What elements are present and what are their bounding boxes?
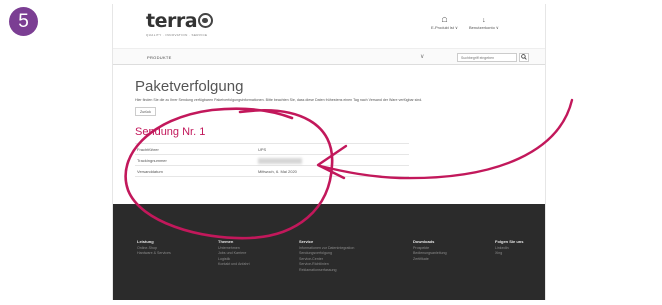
footer-heading: Service bbox=[299, 239, 314, 244]
footer-column-downloads: Downloads Prospekte Bedienungsanleitung … bbox=[413, 239, 447, 262]
browser-page: terra QUALITY · INNOVATION · SERVICE ☖ E… bbox=[112, 4, 546, 300]
footer-heading: Downloads bbox=[413, 239, 435, 244]
search-icon bbox=[521, 54, 527, 60]
footer-link[interactable]: Hardware & Services bbox=[137, 251, 171, 257]
tracking-number-value-redacted[interactable] bbox=[258, 158, 302, 164]
nav-products-menu[interactable]: PRODUKTE bbox=[147, 55, 172, 60]
ship-date-value: Mittwoch, 6. Mai 2020 bbox=[258, 169, 297, 174]
site-header: terra QUALITY · INNOVATION · SERVICE ☖ E… bbox=[113, 4, 545, 48]
carrier-value: UPS bbox=[258, 147, 267, 152]
page-title: Paketverfolgung bbox=[135, 78, 244, 95]
site-footer: Leistung Online-Shop Hardware & Services… bbox=[113, 204, 545, 300]
header-link-account-label: Benutzerkonto ∨ bbox=[469, 25, 499, 30]
ship-date-label: Versanddatum bbox=[137, 169, 163, 174]
footer-heading: Leistung bbox=[137, 239, 154, 244]
table-row: Trackingnummer bbox=[135, 155, 409, 166]
screenshot-frame: 5 terra QUALITY · INNOVATION · SERVICE ☖… bbox=[0, 0, 662, 305]
main-navbar: PRODUKTE ∨ bbox=[113, 48, 545, 65]
table-row: Frachtführer UPS bbox=[135, 144, 409, 155]
shipment-title: Sendung Nr. 1 bbox=[135, 126, 206, 138]
search-input[interactable] bbox=[457, 53, 517, 62]
footer-heading: Folgen Sie uns bbox=[495, 239, 524, 244]
user-icon: ☖ bbox=[441, 17, 448, 24]
logo-tagline: QUALITY · INNOVATION · SERVICE bbox=[146, 33, 208, 37]
header-link-products[interactable]: ☖ E-Produkt lst ∨ bbox=[431, 17, 458, 30]
footer-link[interactable]: Zertifikate bbox=[413, 257, 447, 263]
step-number-badge: 5 bbox=[9, 7, 38, 36]
footer-column-social: Folgen Sie uns LinkedIn Xing bbox=[495, 239, 523, 257]
header-link-account[interactable]: ↓ Benutzerkonto ∨ bbox=[469, 17, 499, 30]
footer-link[interactable]: Bedienungsanleitung bbox=[413, 251, 447, 257]
footer-column-leistung: Leistung Online-Shop Hardware & Services bbox=[137, 239, 171, 257]
back-button[interactable]: Zurück bbox=[135, 107, 156, 116]
footer-column-service: Service Informationen zur Datenintegrati… bbox=[299, 239, 354, 274]
logo-text: terra bbox=[146, 10, 198, 32]
globe-icon bbox=[198, 13, 214, 28]
tracking-number-label: Trackingnummer bbox=[137, 158, 167, 163]
footer-column-themen: Themen Unternehmen Jobs und Karriere Log… bbox=[218, 239, 250, 268]
terra-logo[interactable]: terra bbox=[146, 10, 214, 32]
footer-link[interactable]: Kontakt und Anfahrt bbox=[218, 262, 250, 268]
carrier-label: Frachtführer bbox=[137, 147, 159, 152]
download-icon: ↓ bbox=[482, 17, 486, 24]
footer-link[interactable]: Xing bbox=[495, 251, 523, 257]
footer-link[interactable]: Jobs und Karriere bbox=[218, 251, 250, 257]
search-button[interactable] bbox=[519, 53, 529, 62]
table-row: Versanddatum Mittwoch, 6. Mai 2020 bbox=[135, 166, 409, 177]
page-description: Hier finden Sie die zu Ihrer Sendung ver… bbox=[135, 98, 423, 102]
header-link-products-label: E-Produkt lst ∨ bbox=[431, 25, 458, 30]
footer-heading: Themen bbox=[218, 239, 234, 244]
footer-link[interactable]: Reklamationserfassung bbox=[299, 268, 354, 274]
shipment-details-table: Frachtführer UPS Trackingnummer Versandd… bbox=[135, 143, 409, 177]
chevron-down-icon[interactable]: ∨ bbox=[420, 53, 424, 60]
